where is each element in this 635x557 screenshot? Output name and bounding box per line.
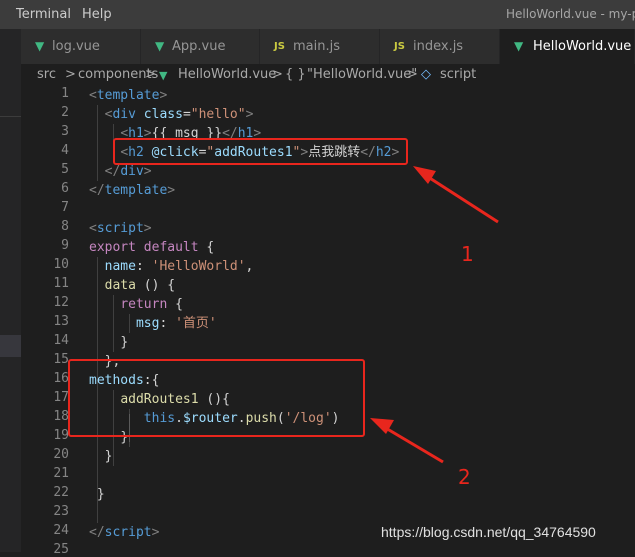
watermark: https://blog.csdn.net/qq_34764590 (381, 524, 596, 540)
annotation-label-1: 1 (461, 242, 474, 266)
arrow-2 (370, 418, 444, 464)
annotation-label-2: 2 (458, 465, 471, 489)
arrow-1 (413, 166, 499, 224)
annotation-arrows (370, 166, 499, 464)
